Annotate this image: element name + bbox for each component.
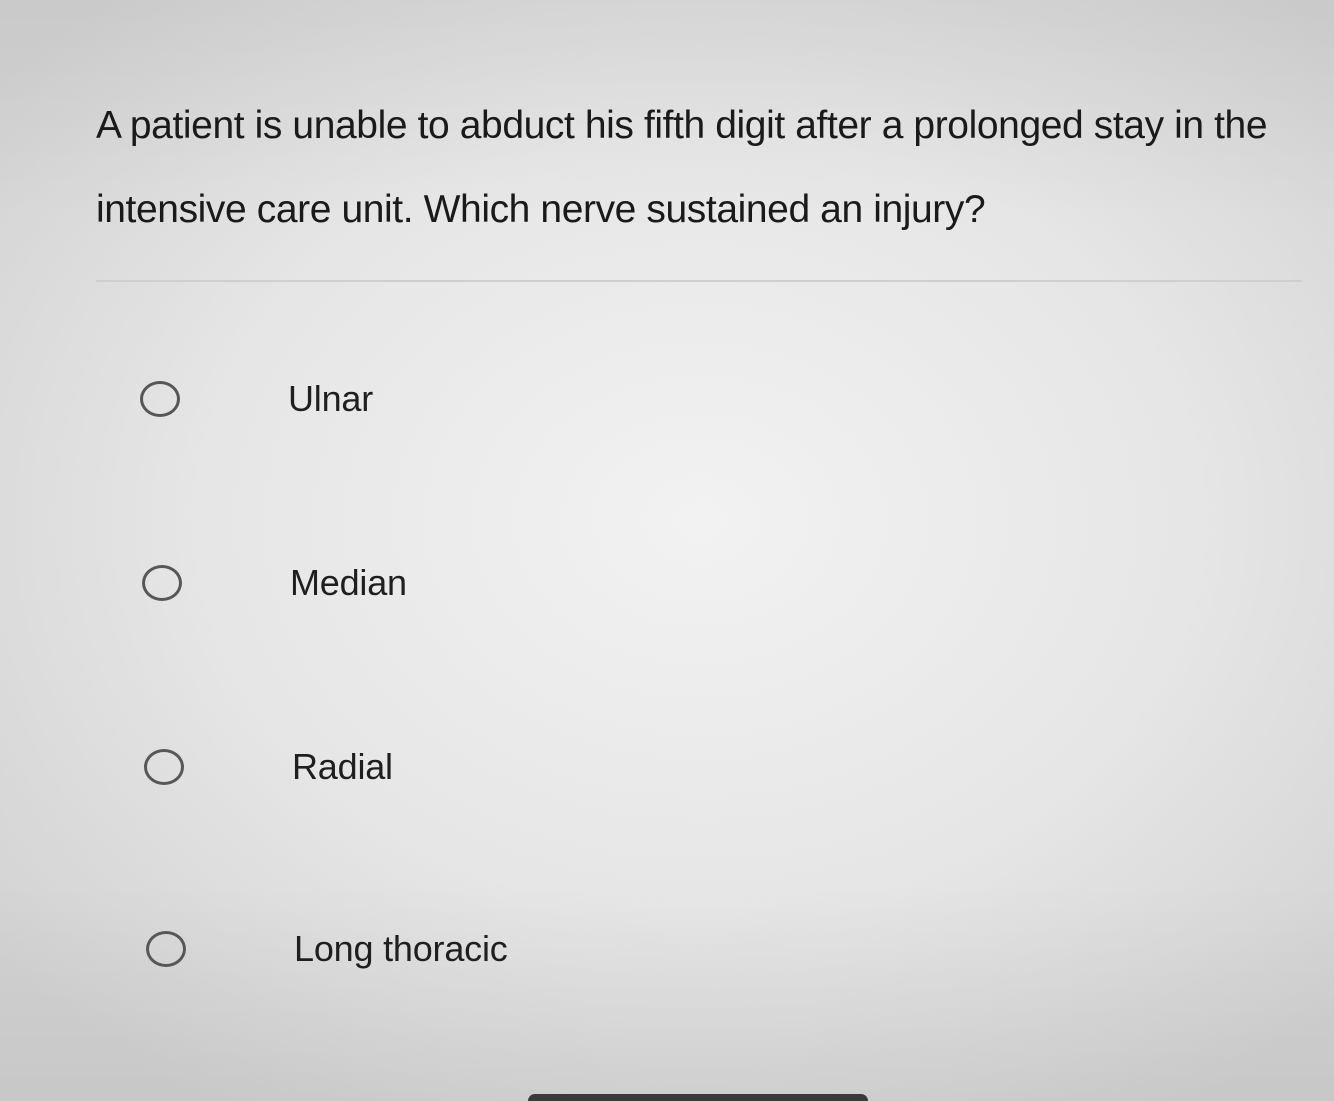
radio-button-icon[interactable] <box>144 749 184 785</box>
option-label: Ulnar <box>288 378 374 419</box>
option-radial[interactable]: Radial <box>144 735 844 799</box>
option-long-thoracic[interactable]: Long thoracic <box>146 917 846 981</box>
bottom-button-edge[interactable] <box>528 1094 868 1101</box>
radio-button-icon[interactable] <box>140 381 180 417</box>
radio-button-icon[interactable] <box>142 565 182 601</box>
option-label: Median <box>290 562 407 603</box>
answer-options: Ulnar Median Radial Long thoracic <box>0 0 1334 1101</box>
option-ulnar[interactable]: Ulnar <box>140 367 840 431</box>
radio-button-icon[interactable] <box>146 931 186 967</box>
option-label: Radial <box>292 746 393 787</box>
option-label: Long thoracic <box>294 928 508 969</box>
option-median[interactable]: Median <box>142 551 842 615</box>
